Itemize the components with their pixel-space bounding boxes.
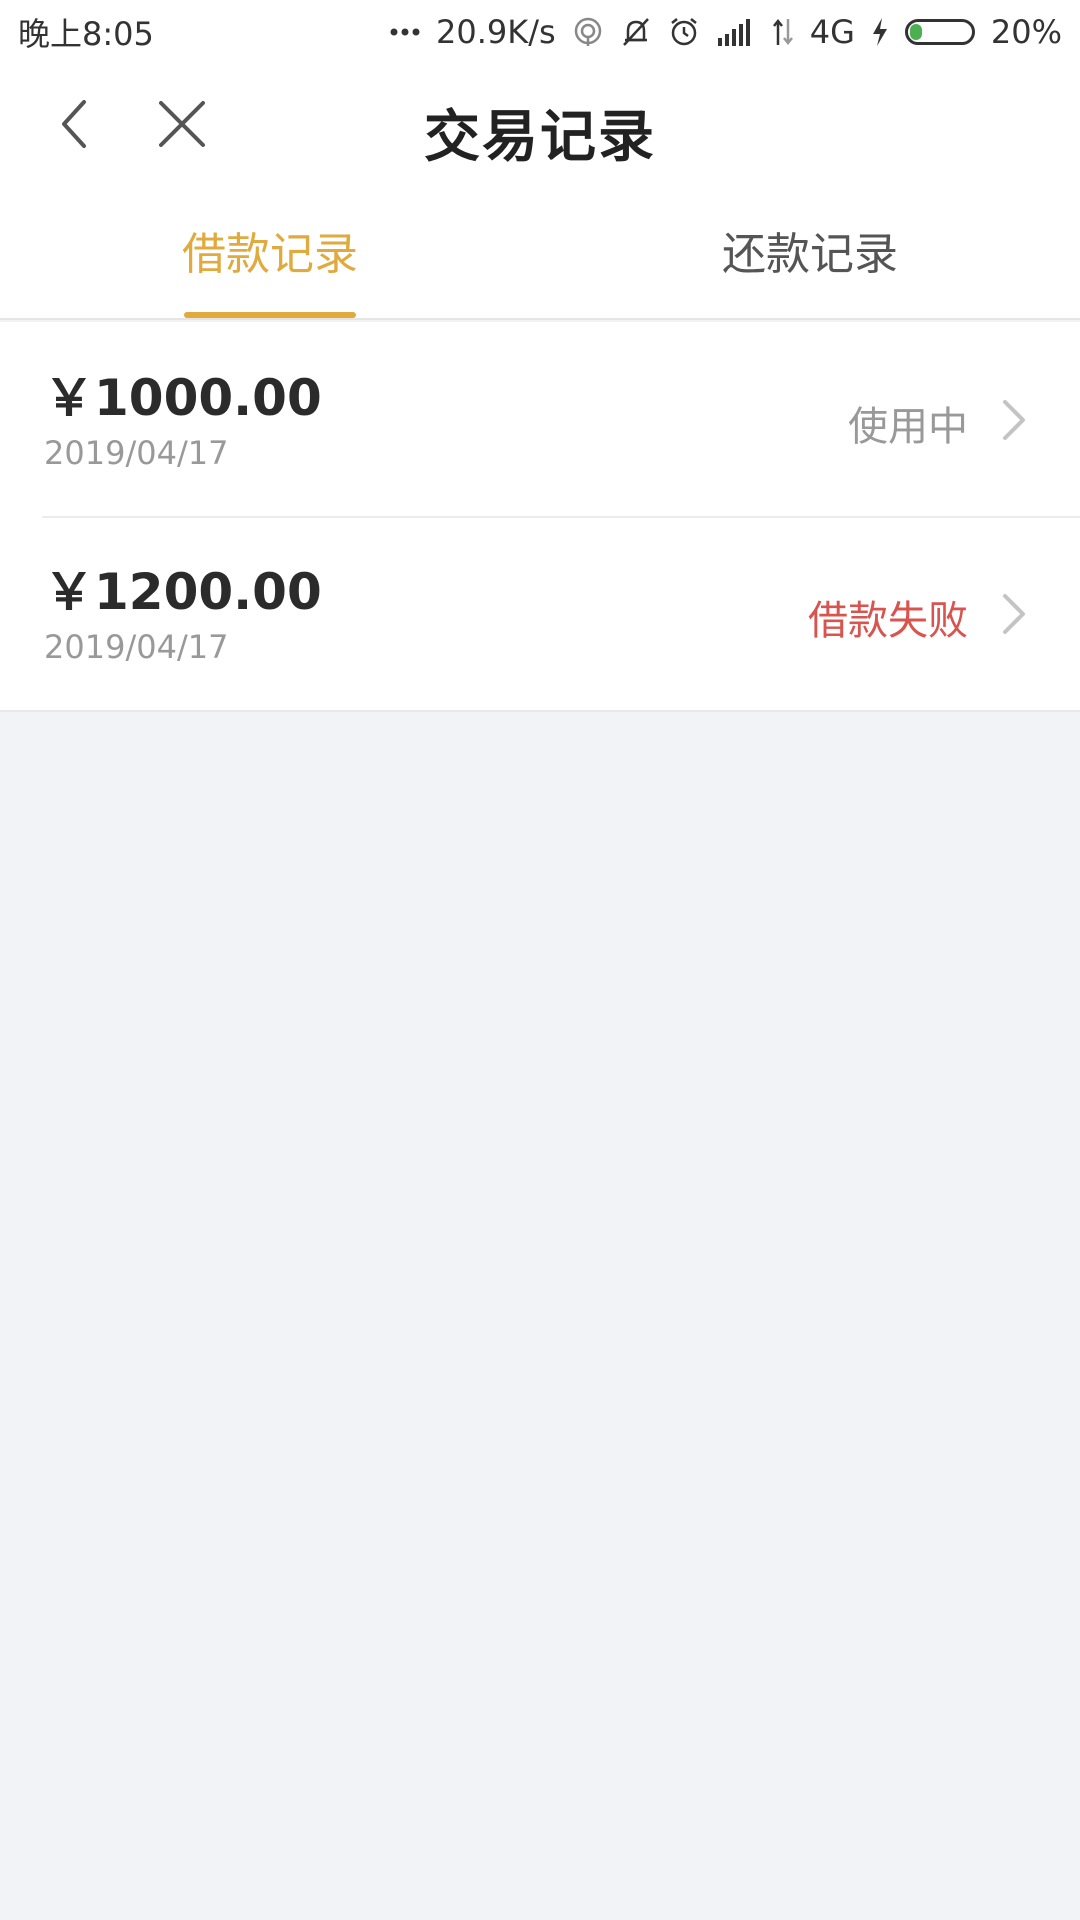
nav-header: 交易记录: [0, 64, 1080, 190]
page-title: 交易记录: [424, 105, 656, 170]
battery-level: [909, 24, 922, 40]
list-item[interactable]: ￥1200.00 2019/04/17 借款失败: [0, 516, 1080, 710]
record-amount: ￥1200.00: [44, 563, 322, 621]
list-item[interactable]: ￥1000.00 2019/04/17 使用中: [0, 322, 1080, 516]
mute-bell-icon: [620, 16, 652, 48]
record-date: 2019/04/17: [44, 434, 229, 472]
status-time: 晚上8:05: [18, 15, 154, 53]
record-status: 借款失败: [808, 598, 968, 644]
tab-label: 借款记录: [182, 229, 358, 280]
network-speed: 20.9K/s: [436, 13, 556, 51]
record-tabs: 借款记录 还款记录: [0, 190, 1080, 320]
charging-icon: [871, 17, 889, 47]
active-tab-indicator: [184, 312, 356, 318]
signal-icon: [716, 18, 756, 46]
list-divider: [0, 710, 1080, 712]
status-icons: 20.9K/s 4G 20%: [390, 13, 1062, 51]
tab-label: 还款记录: [722, 229, 898, 280]
alarm-icon: [668, 16, 700, 48]
battery-icon: [904, 19, 975, 45]
data-arrows-icon: [772, 17, 794, 47]
record-amount: ￥1000.00: [44, 369, 322, 427]
battery-percent: 20%: [990, 13, 1062, 51]
tab-borrow-records[interactable]: 借款记录: [0, 190, 540, 318]
chevron-right-icon: [996, 396, 1032, 444]
record-date: 2019/04/17: [44, 628, 229, 666]
network-type: 4G: [809, 13, 855, 51]
more-dots-icon: [390, 27, 420, 37]
hotspot-icon: [572, 16, 604, 48]
status-bar: 晚上8:05 20.9K/s 4G 20%: [0, 0, 1080, 64]
record-status: 使用中: [848, 404, 968, 450]
tab-repay-records[interactable]: 还款记录: [540, 190, 1080, 318]
record-list: ￥1000.00 2019/04/17 使用中 ￥1200.00 2019/04…: [0, 322, 1080, 712]
app-screen: 晚上8:05 20.9K/s 4G 20% 交易记录 借款记录 还款记录 ￥10…: [0, 0, 1080, 1920]
chevron-right-icon: [996, 590, 1032, 638]
